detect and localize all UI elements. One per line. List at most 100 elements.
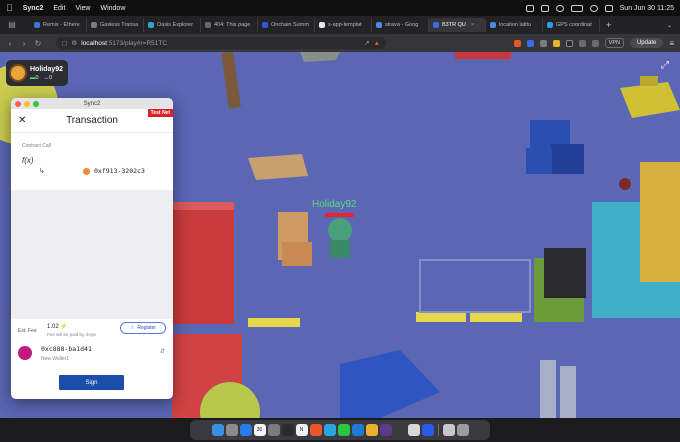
player-head	[328, 218, 352, 242]
dock: 30 N	[190, 420, 490, 440]
wifi-icon[interactable]	[555, 4, 564, 12]
update-button[interactable]: Update	[629, 38, 664, 48]
dock-calendar-icon[interactable]: 30	[253, 424, 266, 436]
function-icon: f(x)	[22, 156, 34, 165]
browser-tab[interactable]: B3TR QU ×	[429, 18, 486, 32]
vpn-button[interactable]: VPN	[604, 38, 624, 48]
dock-brave-icon[interactable]	[309, 424, 322, 436]
menu-view[interactable]: View	[75, 5, 90, 12]
site-info-icon[interactable]: ⚙	[71, 39, 77, 47]
dock-system-settings-icon[interactable]	[267, 424, 280, 436]
avatar	[9, 64, 27, 82]
roof-edge	[455, 52, 511, 59]
dock-vscode-icon[interactable]	[351, 424, 364, 436]
menubar-clock[interactable]: Sun Jun 30 11:25	[620, 5, 674, 12]
browser-tab[interactable]: Remix - Ethere	[30, 18, 87, 32]
browser-tab[interactable]: Onchain Summ	[258, 18, 315, 32]
player-name: Holiday92	[30, 65, 64, 73]
dock-cursor-icon[interactable]	[393, 424, 406, 436]
browser-tab[interactable]: 404: This page	[201, 18, 258, 32]
menu-window[interactable]: Window	[100, 5, 125, 12]
popup-window-title: Sync2	[83, 100, 101, 107]
menu-app-name[interactable]: Sync2	[23, 5, 44, 12]
extension-icon[interactable]	[552, 39, 560, 47]
fence	[419, 259, 531, 313]
extension-icon[interactable]	[513, 39, 521, 47]
close-icon[interactable]: ✕	[18, 115, 26, 126]
bookmark-icon[interactable]: ◻	[62, 39, 67, 47]
status-icon[interactable]	[525, 4, 534, 12]
browser-tab[interactable]: GPS coordinat	[543, 18, 600, 32]
fee-value: 1.02 ⚡	[47, 324, 68, 330]
tab-favicon-icon	[433, 22, 439, 28]
tab-label: Oasis Explorer	[157, 22, 194, 28]
menu-icon[interactable]: ≡	[669, 39, 674, 48]
player-card: Holiday92 ▬0 ↔0	[6, 60, 68, 86]
contract-call-card: Contract Call f(x) ↳ 0xf913-3202c3	[11, 133, 173, 191]
caution-barrier	[248, 318, 300, 327]
brave-shield-icon[interactable]: ▲	[374, 40, 380, 47]
dock-terminal-icon[interactable]	[281, 424, 294, 436]
sidebar-toggle-icon[interactable]: ▤	[8, 20, 16, 29]
dock-whatsapp-icon[interactable]	[337, 424, 350, 436]
status-icon[interactable]	[540, 4, 549, 12]
extension-icon[interactable]	[526, 39, 534, 47]
tab-favicon-icon	[547, 22, 553, 28]
dock-finder-icon[interactable]	[211, 424, 224, 436]
pipe	[540, 360, 556, 418]
control-center-icon[interactable]	[604, 4, 613, 12]
person-icon: ☃	[129, 325, 135, 331]
wallet-selector[interactable]: 0xc888-ba1d41 New Wallet1 ⇵	[11, 341, 173, 365]
dock-safari-icon[interactable]	[239, 424, 252, 436]
dock-chrome-icon[interactable]	[365, 424, 378, 436]
register-button[interactable]: ☃ Register	[119, 322, 166, 334]
dock-trash-icon[interactable]	[456, 424, 469, 436]
apple-icon[interactable]: 	[6, 3, 13, 13]
search-icon[interactable]	[589, 4, 598, 12]
tab-label: x-app-templat	[328, 22, 362, 28]
forward-icon[interactable]: ›	[20, 39, 28, 48]
url-field[interactable]: ◻ ⚙ localhost:5173/play#r=R51TC ↗ ▲	[56, 37, 386, 49]
coins-counter: ▬0	[30, 74, 39, 81]
tab-close-icon[interactable]: ×	[471, 22, 474, 28]
back-icon[interactable]: ‹	[6, 39, 14, 48]
dock-vechain-sync-icon[interactable]	[421, 424, 434, 436]
wallet-popup: Sync2 Test Net ✕ Transaction Contract Ca…	[11, 98, 173, 399]
fee-row: Est. Fee 1.02 ⚡ Fee will be paid by dApp…	[11, 319, 173, 339]
address-bar: ‹ › ↻ ◻ ⚙ localhost:5173/play#r=R51TC ↗ …	[0, 34, 680, 52]
extensions-puzzle-icon[interactable]	[578, 39, 586, 47]
dock-notion-icon[interactable]: N	[295, 424, 308, 436]
fullscreen-icon[interactable]: ⤢	[661, 61, 671, 71]
coins-value: 0	[35, 74, 39, 81]
tank	[620, 82, 680, 118]
tab-list-icon[interactable]: ⌄	[667, 22, 672, 29]
wallet-name: New Wallet1	[41, 355, 69, 362]
new-tab-icon[interactable]: +	[606, 20, 611, 30]
chevron-updown-icon[interactable]: ⇵	[160, 348, 165, 355]
extension-icon[interactable]	[565, 39, 573, 47]
battery-icon[interactable]	[570, 4, 583, 12]
browser-tab[interactable]: Gasless Transa	[87, 18, 144, 32]
reload-icon[interactable]: ↻	[34, 39, 42, 48]
popup-titlebar: Sync2	[11, 98, 173, 109]
browser-tab[interactable]: x-app-templat	[315, 18, 372, 32]
share-icon[interactable]: ↗	[364, 39, 369, 47]
return-arrow-icon: ↳	[39, 168, 45, 175]
dock-github-desktop-icon[interactable]	[379, 424, 392, 436]
dock-telegram-icon[interactable]	[323, 424, 336, 436]
menu-edit[interactable]: Edit	[53, 5, 65, 12]
contract-address[interactable]: 0xf913-3202c3	[83, 167, 145, 175]
dock-separator	[437, 424, 439, 436]
dock-launchpad-icon[interactable]	[225, 424, 238, 436]
dock-slack-icon[interactable]	[407, 424, 420, 436]
extension-icon[interactable]	[539, 39, 547, 47]
browser-tab[interactable]: location latitu	[486, 18, 543, 32]
rock	[300, 52, 340, 62]
browser-tab[interactable]: Oasis Explorer	[144, 18, 201, 32]
sign-button[interactable]: Sign	[59, 375, 124, 390]
sidebar-icon[interactable]	[591, 39, 599, 47]
tab-label: Onchain Summ	[271, 22, 309, 28]
browser-tab[interactable]: strava - Goog	[372, 18, 429, 32]
dock-preview-icon[interactable]	[442, 424, 455, 436]
popup-body	[11, 191, 173, 319]
